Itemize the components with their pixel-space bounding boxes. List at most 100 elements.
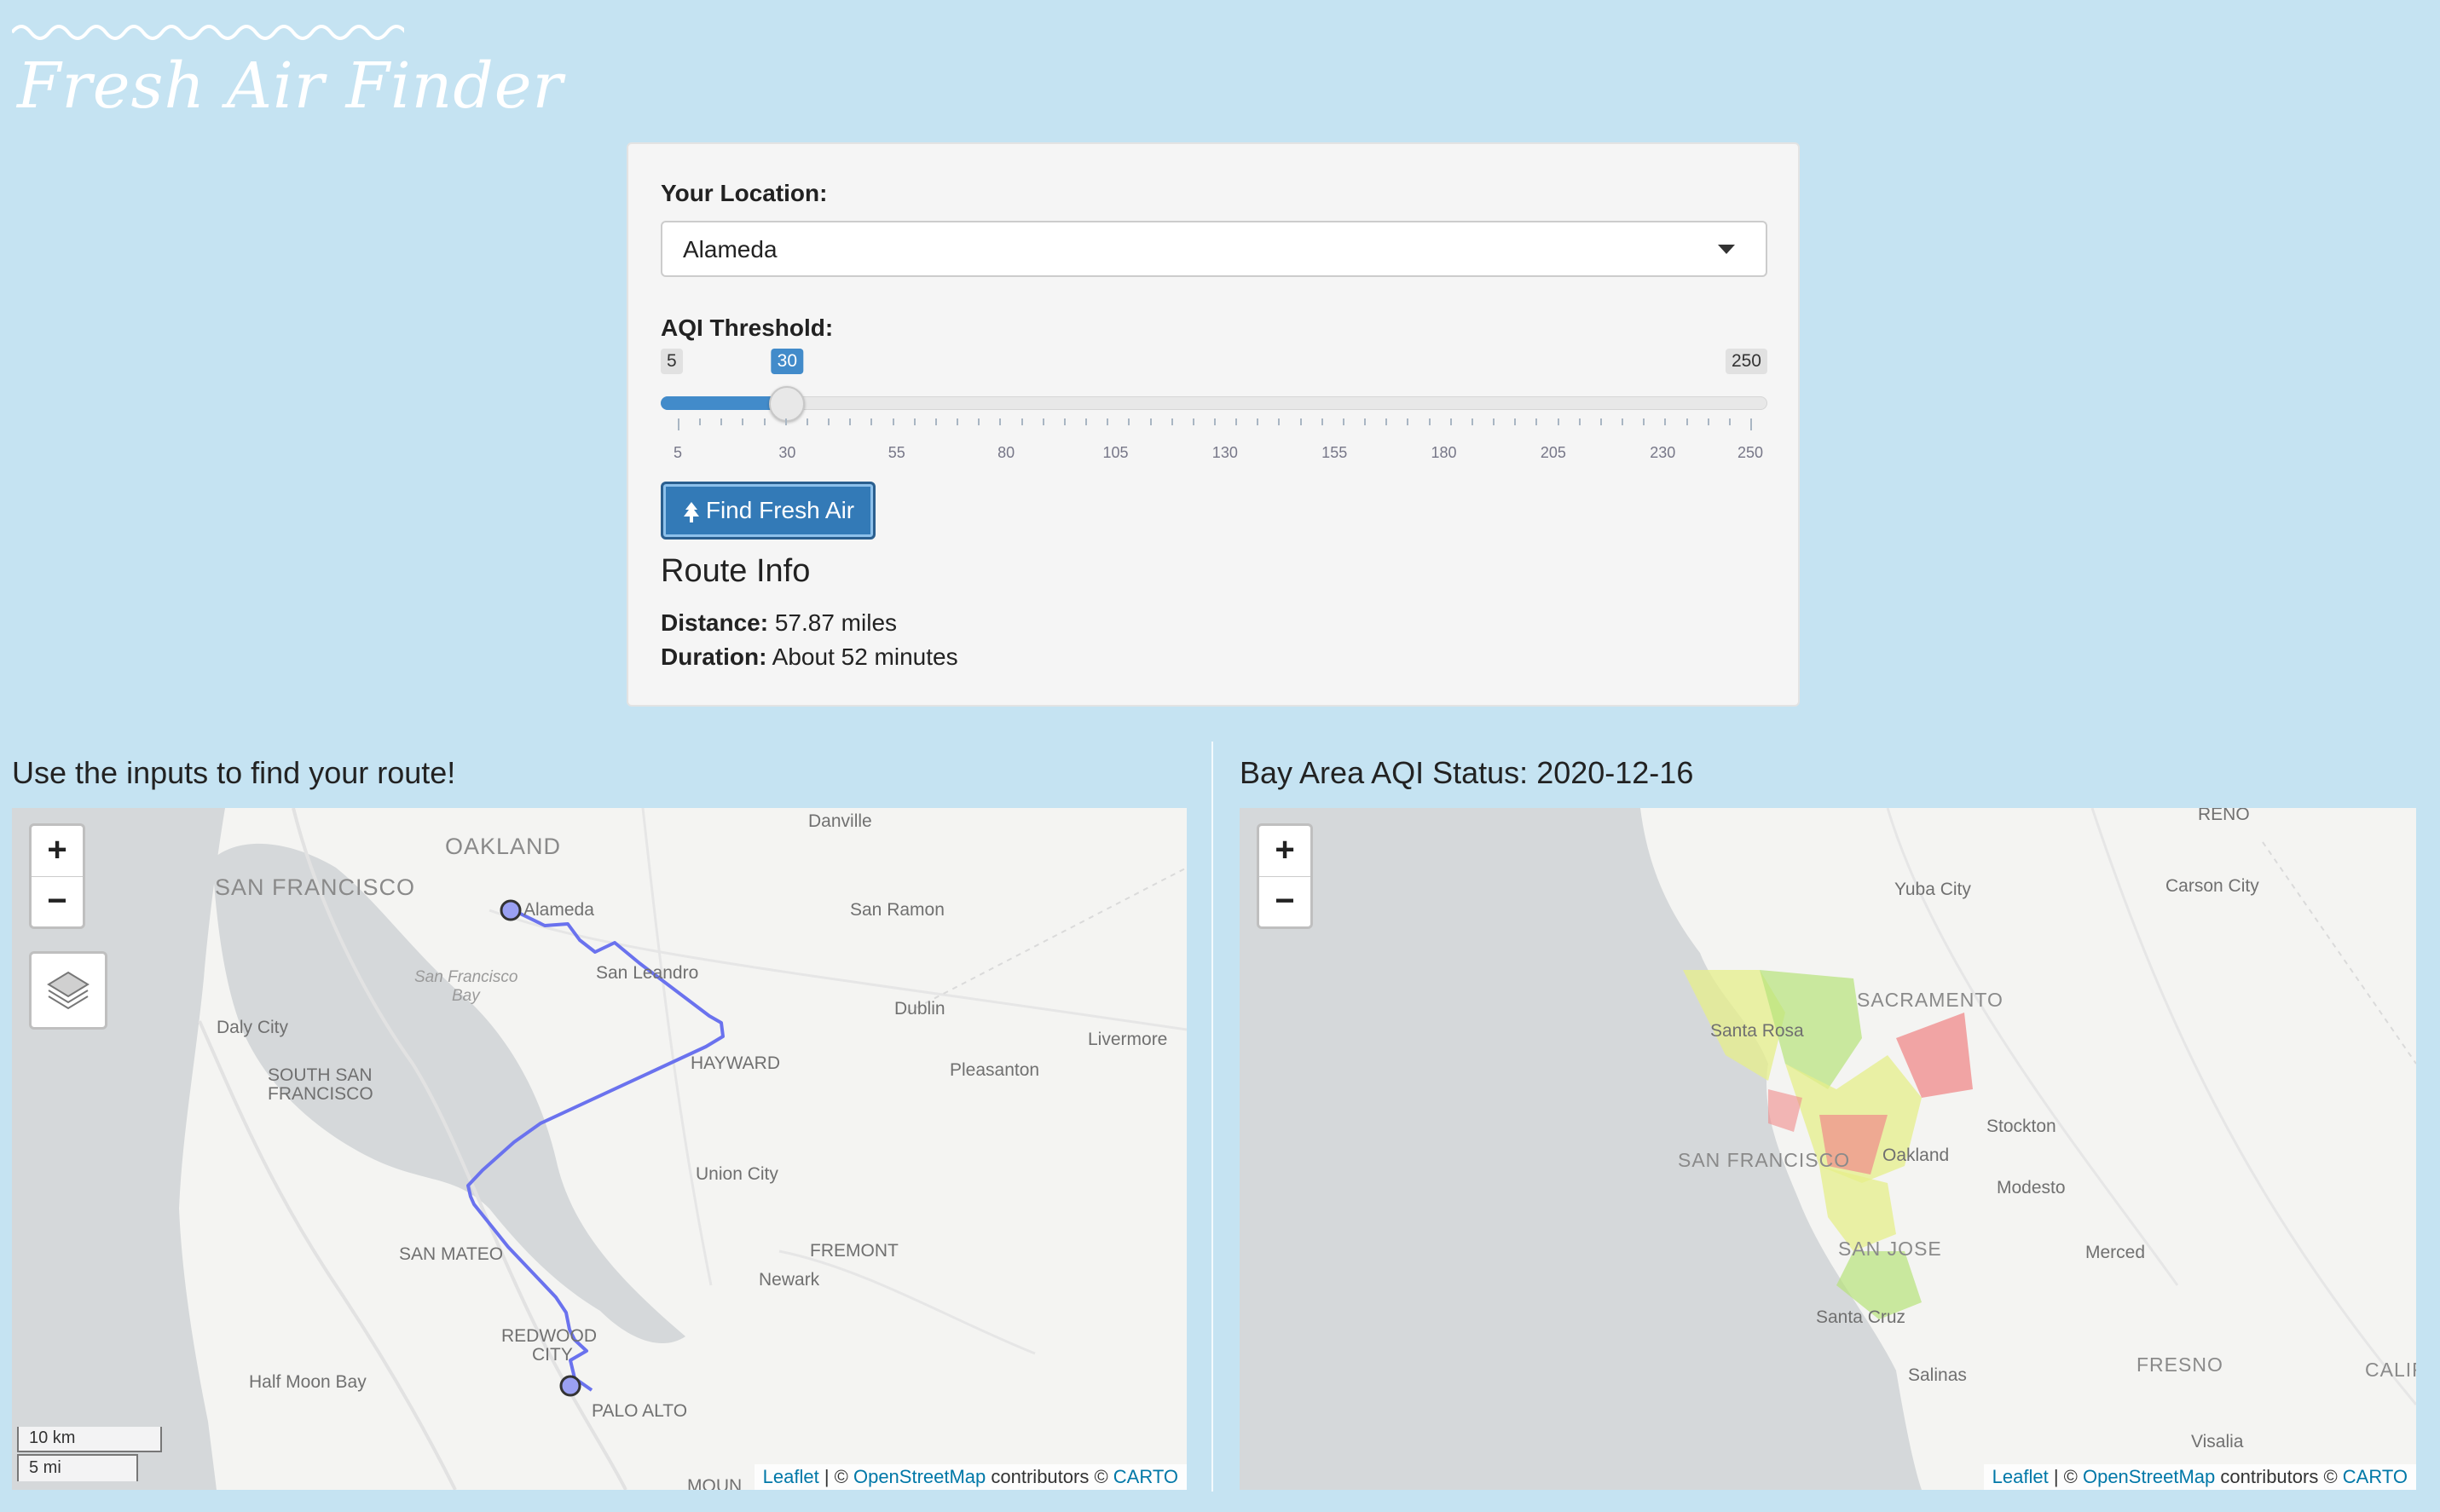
slider-tick-label: 180 (1431, 444, 1457, 461)
slider-tick-label: 250 (1737, 444, 1764, 461)
slider-tick-label: 55 (888, 444, 905, 461)
slider-tick-label: 205 (1540, 444, 1566, 461)
attribution-text: contributors © (2215, 1466, 2343, 1487)
location-select[interactable]: Alameda (661, 221, 1767, 277)
zoom-in-button[interactable]: + (32, 826, 83, 877)
carto-link[interactable]: CARTO (1113, 1466, 1178, 1487)
slider-tick (934, 418, 937, 425)
slider-tick (1171, 418, 1173, 425)
place-label: RENO (2198, 808, 2250, 824)
slider-tick-label: 5 (673, 444, 683, 461)
slider-min-label: 5 (661, 349, 683, 374)
route-map-title: Use the inputs to find your route! (12, 755, 456, 790)
slider-tick-label: 30 (778, 444, 796, 461)
slider-tick-label: 230 (1650, 444, 1676, 461)
slider-tick (1428, 418, 1431, 425)
place-label: SOUTH SAN (268, 1065, 373, 1085)
place-label: Modesto (1997, 1178, 2066, 1197)
slider-tick (1364, 418, 1367, 425)
place-label: OAKLAND (445, 834, 562, 859)
place-label: Oakland (1882, 1146, 1950, 1165)
slider-tick (1257, 418, 1259, 425)
slider-tick (913, 418, 916, 425)
duration-label: Duration: (661, 643, 767, 670)
distance-value: 57.87 miles (774, 609, 898, 636)
slider-tick (1342, 418, 1344, 425)
slider-handle[interactable] (769, 386, 806, 422)
place-label: HAYWARD (691, 1053, 780, 1073)
slider-tick (870, 418, 873, 425)
map-attribution: Leaflet | © OpenStreetMap contributors ©… (1983, 1464, 2416, 1490)
slider-tick (1471, 418, 1473, 425)
slider-tick (1643, 418, 1645, 425)
slider-tick (1622, 418, 1624, 425)
slider-tick (1728, 418, 1731, 425)
slider-tick-label: 105 (1102, 444, 1129, 461)
slider-tick (1021, 418, 1023, 425)
slider-tick (1557, 418, 1559, 425)
layers-control-button[interactable] (29, 951, 107, 1030)
zoom-control: + − (29, 823, 85, 929)
slider-tick (849, 418, 852, 425)
slider-tick (1535, 418, 1538, 425)
route-map-tiles (12, 808, 1187, 1490)
place-label: CALIF (2365, 1359, 2416, 1381)
place-label: MOUN (687, 1476, 743, 1490)
slider-tick (1278, 418, 1281, 425)
distance-label: Distance: (661, 609, 769, 636)
carto-link[interactable]: CARTO (2343, 1466, 2408, 1487)
place-label: Santa Rosa (1710, 1021, 1804, 1041)
place-label: Visalia (2191, 1432, 2244, 1451)
tree-icon (683, 501, 699, 522)
slider-tick (999, 418, 1002, 425)
place-label: Alameda (523, 900, 594, 920)
column-divider (1211, 742, 1213, 1492)
place-label: Half Moon Bay (249, 1372, 367, 1392)
leaflet-link[interactable]: Leaflet (1992, 1466, 2049, 1487)
location-value: Alameda (683, 236, 778, 263)
find-fresh-air-button[interactable]: Find Fresh Air (661, 482, 876, 540)
place-label: SAN JOSE (1838, 1238, 1942, 1260)
place-label: Pleasanton (950, 1060, 1040, 1080)
zoom-out-button[interactable]: − (32, 877, 83, 927)
slider-tick (1707, 418, 1709, 425)
aqi-map[interactable]: RENO Yuba City Carson City SACRAMENTO Sa… (1240, 808, 2416, 1490)
place-label: Santa Cruz (1816, 1307, 1906, 1327)
osm-link[interactable]: OpenStreetMap (853, 1466, 986, 1487)
slider-tick-label: 155 (1321, 444, 1348, 461)
threshold-label: AQI Threshold: (661, 315, 834, 341)
map-attribution: Leaflet | © OpenStreetMap contributors ©… (754, 1464, 1187, 1490)
zoom-out-button[interactable]: − (1259, 877, 1310, 927)
osm-link[interactable]: OpenStreetMap (2083, 1466, 2215, 1487)
slider-tick (1321, 418, 1323, 425)
place-label: PALO ALTO (592, 1401, 688, 1421)
place-label: Daly City (217, 1018, 289, 1037)
slider-tick-label: 130 (1211, 444, 1238, 461)
place-label: Bay (452, 987, 480, 1005)
slider-track[interactable] (661, 396, 1767, 410)
slider-tick (1235, 418, 1238, 425)
place-label: SAN FRANCISCO (215, 874, 416, 900)
attribution-text: contributors © (986, 1466, 1113, 1487)
place-label: San Francisco (414, 968, 518, 986)
slider-tick (1685, 418, 1688, 425)
slider-tick (1750, 418, 1752, 430)
slider-tick (1578, 418, 1581, 425)
slider-tick (957, 418, 959, 425)
slider-tick (1128, 418, 1130, 425)
route-map[interactable]: OAKLAND Danville SAN FRANCISCO Alameda S… (12, 808, 1187, 1490)
slider-value-label: 30 (771, 349, 804, 374)
slider-tick (784, 418, 787, 425)
slider-tick (1042, 418, 1044, 425)
zoom-in-button[interactable]: + (1259, 826, 1310, 877)
slider-tick (720, 418, 723, 425)
place-label: Merced (2085, 1243, 2146, 1262)
leaflet-link[interactable]: Leaflet (763, 1466, 819, 1487)
aqi-threshold-slider[interactable]: 5 30 250 5 30 55 80 105 130 155 180 205 230 250 (661, 349, 1767, 468)
slider-tick (978, 418, 980, 425)
slider-tick (1214, 418, 1216, 425)
slider-tick (1407, 418, 1409, 425)
app-logo: Fresh Air Finder (12, 17, 563, 128)
slider-fill (661, 396, 788, 410)
slider-tick (1599, 418, 1602, 425)
